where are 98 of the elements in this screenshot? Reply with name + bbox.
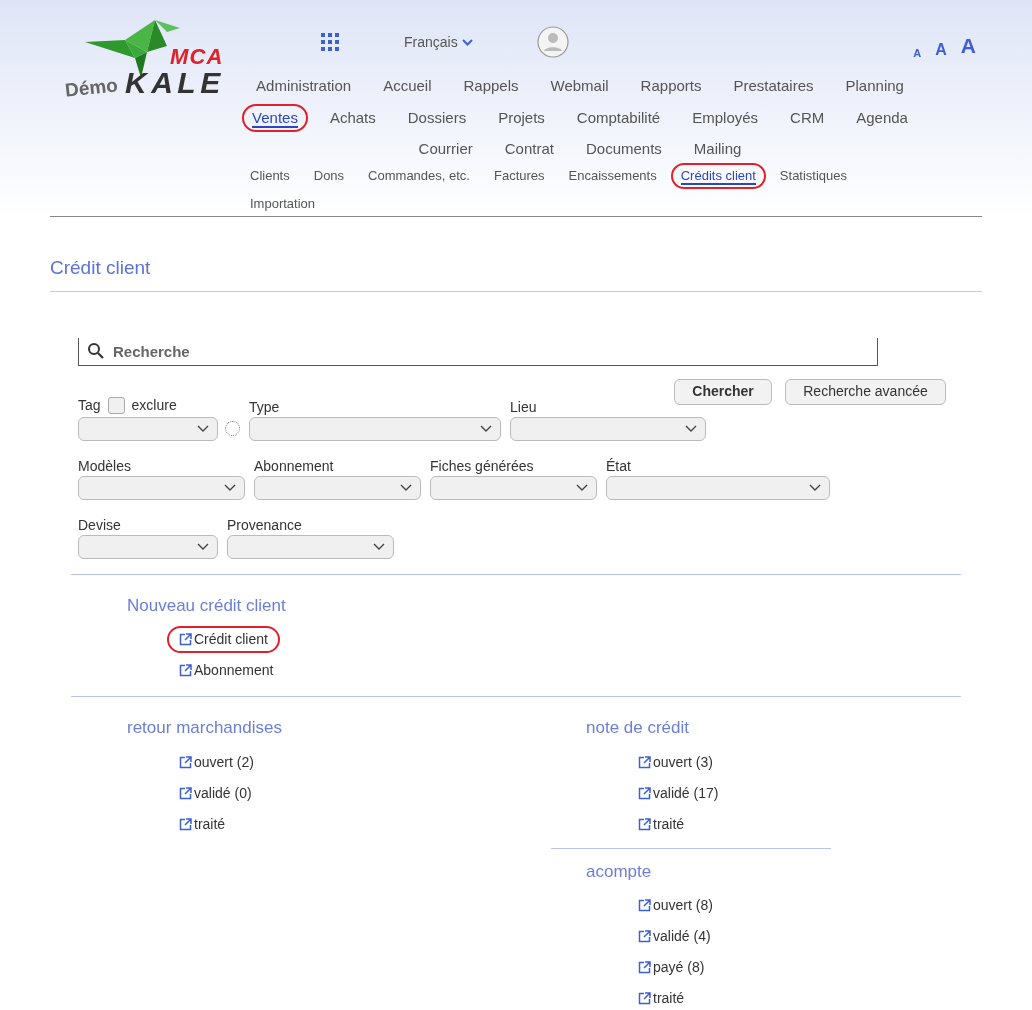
menu-item[interactable]: Contrat (494, 135, 564, 164)
menu-item[interactable]: Documents (576, 135, 672, 164)
menu-item[interactable]: Prestataires (723, 72, 824, 101)
dropdown[interactable] (78, 534, 218, 559)
menu-item[interactable]: Rapports (630, 72, 712, 101)
link[interactable]: payé (8) (626, 954, 717, 981)
dropdown[interactable] (78, 475, 245, 500)
external-link-icon (179, 786, 192, 800)
section-heading: Nouveau crédit client (127, 594, 287, 617)
menu-item[interactable]: Ventes (242, 103, 308, 132)
external-link-icon (179, 664, 192, 677)
chevron-down-icon (809, 484, 821, 491)
chevron-down-icon (197, 425, 209, 432)
link[interactable]: ouvert (3) (626, 748, 725, 776)
filter-label: Abonnement (254, 456, 335, 474)
logo-demo-text: Démo (64, 75, 119, 100)
page-title: Crédit client (50, 256, 152, 280)
dropdown[interactable] (227, 534, 394, 559)
chevron-down-icon (480, 425, 492, 432)
dropdown[interactable] (510, 416, 706, 441)
link[interactable]: traité (167, 810, 238, 838)
chevron-down-icon (576, 484, 588, 491)
link[interactable]: validé (0) (167, 779, 264, 807)
filter-label: État (606, 456, 632, 474)
dropdown[interactable] (606, 475, 830, 500)
chevron-down-icon (197, 543, 209, 550)
external-link-icon (638, 899, 651, 912)
submenu-item[interactable]: Factures (484, 163, 555, 189)
filter-label: Lieu (510, 397, 538, 415)
font-size-button[interactable]: A (935, 37, 947, 62)
menu-item[interactable]: Rappels (453, 72, 529, 101)
chevron-down-icon (461, 39, 473, 46)
dropdown[interactable] (249, 416, 501, 441)
menu-item[interactable]: Projets (488, 103, 555, 132)
logo-brand-text: KALE (125, 68, 225, 98)
apps-grid-icon[interactable] (321, 33, 339, 51)
filter-label: Type (249, 397, 281, 415)
external-link-icon (638, 817, 651, 831)
menu-item[interactable]: Comptabilité (566, 103, 671, 132)
external-link-icon (638, 786, 651, 800)
filter-label: Modèles (78, 456, 132, 474)
submenu-item[interactable]: Commandes, etc. (358, 163, 480, 189)
submenu-item[interactable]: Clients (240, 163, 300, 189)
submenu-item[interactable]: Importation (240, 190, 326, 216)
search-icon (87, 342, 105, 360)
external-link-icon (638, 930, 651, 943)
section-heading: retour marchandises (127, 717, 283, 739)
submenu-item[interactable]: Dons (303, 163, 355, 189)
dropdown[interactable] (254, 475, 421, 500)
search-button[interactable]: Chercher (674, 378, 772, 405)
chevron-down-icon (400, 484, 412, 491)
filter-label: Fiches générées (430, 456, 535, 474)
language-dropdown[interactable]: Français (404, 32, 473, 53)
external-link-icon (638, 961, 651, 974)
filter-label: Tag (78, 396, 101, 415)
exclude-checkbox[interactable] (107, 397, 125, 414)
chevron-down-icon (224, 484, 236, 491)
menu-item[interactable]: Administration (246, 72, 362, 101)
external-link-icon (179, 817, 192, 831)
link[interactable]: ouvert (2) (167, 748, 266, 776)
chevron-down-icon (373, 543, 385, 550)
external-link-icon (179, 755, 192, 769)
section-heading: note de crédit (586, 717, 690, 739)
menu-item[interactable]: Webmail (540, 72, 619, 101)
dropdown[interactable] (430, 475, 597, 500)
link[interactable]: validé (4) (626, 923, 723, 950)
menu-item[interactable]: Dossiers (397, 103, 477, 132)
link[interactable]: traité (626, 985, 697, 1010)
external-link-icon (638, 992, 651, 1005)
filter-label: Devise (78, 515, 122, 533)
link[interactable]: ouvert (8) (626, 892, 725, 919)
font-size-button[interactable]: A (913, 45, 922, 62)
menu-item[interactable]: Agenda (846, 103, 918, 132)
menu-item[interactable]: Accueil (373, 72, 442, 101)
link[interactable]: validé (17) (626, 779, 731, 807)
user-avatar-icon[interactable] (537, 26, 569, 58)
menu-item[interactable]: CRM (780, 103, 835, 132)
logo-badge-text: MCA (170, 46, 224, 68)
submenu-item[interactable]: Statistiques (769, 163, 858, 189)
external-link-icon (638, 755, 651, 769)
external-link-icon (179, 633, 192, 646)
submenu-item[interactable]: Crédits client (670, 163, 766, 189)
menu-item[interactable]: Planning (835, 72, 914, 101)
submenu-item[interactable]: Encaissements (558, 163, 667, 189)
chevron-down-icon (685, 425, 697, 432)
section-heading: acompte (586, 860, 653, 883)
menu-item[interactable]: Mailing (683, 135, 752, 164)
filter-label: Provenance (227, 515, 303, 533)
menu-item[interactable]: Employés (682, 103, 769, 132)
advanced-search-button[interactable]: Recherche avancée (785, 378, 946, 405)
dropdown[interactable] (78, 416, 218, 441)
menu-item[interactable]: Achats (319, 103, 386, 132)
link[interactable]: traité (626, 810, 697, 838)
menu-item[interactable]: Courrier (408, 135, 483, 164)
link[interactable]: Crédit client (167, 626, 280, 653)
checkbox-label: exclure (131, 396, 177, 415)
link[interactable]: Abonnement (167, 657, 286, 684)
font-size-button[interactable]: A (960, 30, 976, 62)
